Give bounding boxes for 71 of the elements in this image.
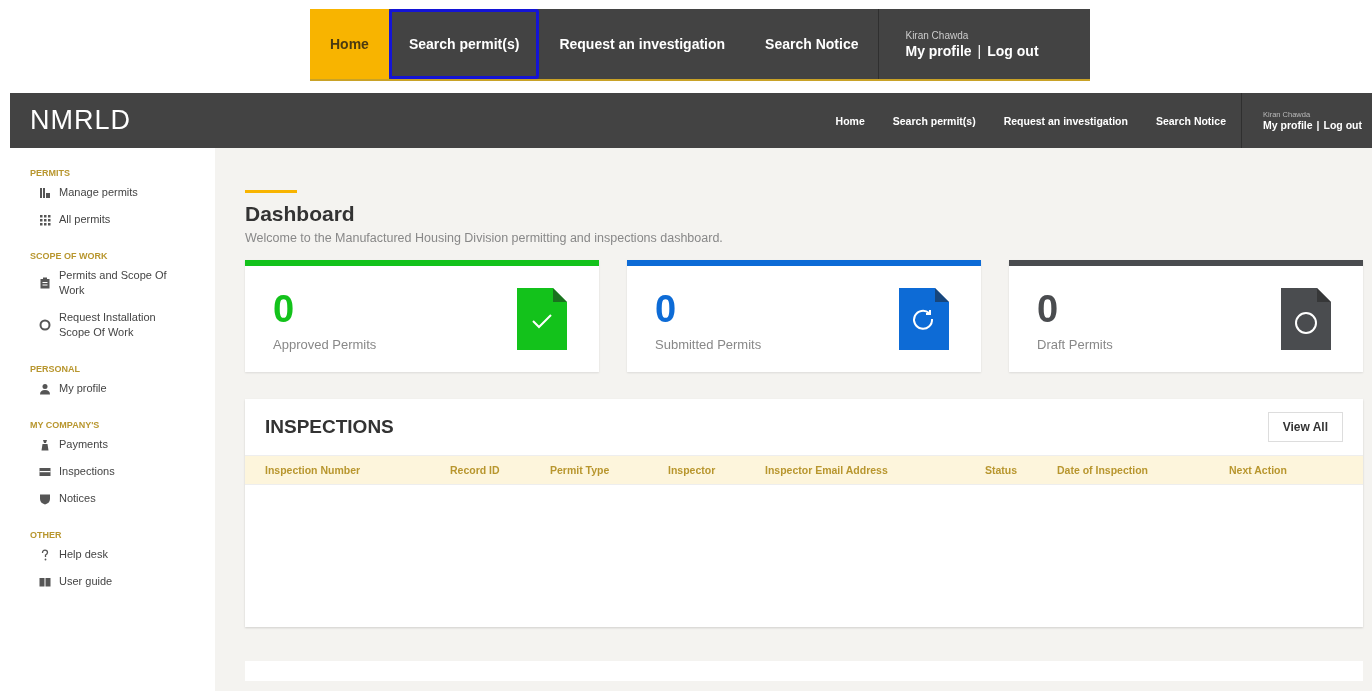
stat-count: 0 xyxy=(273,286,296,331)
nav-link[interactable]: Search permit(s) xyxy=(892,114,976,127)
profile-link[interactable]: My profile xyxy=(1262,119,1313,131)
sidebar-item-label: Payments xyxy=(59,437,109,452)
sidebar-item[interactable]: My profile xyxy=(30,381,215,396)
logout-link[interactable]: Log out xyxy=(987,42,1039,59)
book-icon xyxy=(39,575,51,588)
bag-icon xyxy=(39,438,51,451)
sidebar-item[interactable]: Help desk xyxy=(30,547,215,562)
sidebar-item-label: Notices xyxy=(59,491,97,506)
logout-link[interactable]: Log out xyxy=(1323,119,1362,131)
nav-link[interactable]: Home xyxy=(835,114,865,127)
stat-count: 0 xyxy=(1037,286,1060,331)
sidebar-item-label: Inspections xyxy=(59,464,116,479)
profile-link[interactable]: My profile xyxy=(905,42,972,59)
column-header: Permit Type xyxy=(550,464,611,476)
sidebar-item-label: Manage permits xyxy=(59,185,139,200)
section-heading: PERMITS xyxy=(30,168,71,178)
section-heading: SCOPE OF WORK xyxy=(30,251,109,261)
nav-link[interactable]: Request an investigation xyxy=(1003,114,1128,127)
sidebar-item[interactable]: Payments xyxy=(30,437,215,452)
question-icon xyxy=(39,548,51,561)
column-header: Date of Inspection xyxy=(1057,464,1149,476)
stat-label: Submitted Permits xyxy=(655,336,762,352)
user-name: Kiran Chawda xyxy=(905,29,970,41)
person-icon xyxy=(39,382,51,395)
nav-link[interactable]: Search Notice xyxy=(1155,114,1226,127)
panel-title: INSPECTIONS xyxy=(265,416,394,438)
sidebar-item[interactable]: Request Installation Scope Of Work xyxy=(30,310,215,340)
section-heading: PERSONAL xyxy=(30,364,81,374)
column-header: Inspector Email Address xyxy=(765,464,889,476)
separator: | xyxy=(977,42,982,59)
sidebar-item[interactable]: All permits xyxy=(30,212,215,227)
stat-label: Approved Permits xyxy=(273,336,377,352)
sidebar-item[interactable]: Inspections xyxy=(30,464,215,479)
shield-icon xyxy=(39,492,51,505)
sidebar-item-label: All permits xyxy=(59,212,112,227)
view-all-button[interactable]: View All xyxy=(1267,412,1343,442)
sidebar-item[interactable]: Permits and Scope Of Work xyxy=(30,268,215,298)
page-subtitle: Welcome to the Manufactured Housing Division permitting and inspections dashboard. xyxy=(245,230,724,246)
section-heading: OTHER xyxy=(30,530,63,540)
card-icon xyxy=(39,465,51,478)
nav-link[interactable]: Request an investigation xyxy=(539,9,746,79)
sidebar-item-label: Help desk xyxy=(59,547,109,562)
column-header: Record ID xyxy=(450,464,501,476)
document-check-icon xyxy=(517,288,567,350)
sidebar-item-label: Request Installation Scope Of Work xyxy=(59,310,157,340)
sidebar-item[interactable]: Manage permits xyxy=(30,185,215,200)
bars-icon xyxy=(39,186,51,199)
column-header: Status xyxy=(985,464,1019,476)
nav-link[interactable]: Search Notice xyxy=(745,9,879,79)
sidebar-item[interactable]: Notices xyxy=(30,491,215,506)
sidebar-item-label: Permits and Scope Of Work xyxy=(59,268,168,298)
nav-link[interactable]: Search permit(s) xyxy=(388,9,540,79)
separator: | xyxy=(1316,119,1320,131)
section-heading: MY COMPANY'S xyxy=(30,420,101,430)
logo[interactable]: NMRLD xyxy=(10,105,131,136)
grid-icon xyxy=(39,213,51,226)
sidebar-item-label: My profile xyxy=(59,381,108,396)
column-header: Inspector xyxy=(668,464,717,476)
stat-count: 0 xyxy=(655,286,678,331)
document-refresh-icon xyxy=(899,288,949,350)
column-header: Inspection Number xyxy=(265,464,362,476)
sidebar-item[interactable]: User guide xyxy=(30,574,215,589)
ring-icon xyxy=(39,319,51,331)
column-header: Next Action xyxy=(1229,464,1288,476)
stat-label: Draft Permits xyxy=(1037,336,1113,352)
clipboard-icon xyxy=(39,277,51,289)
page-title: Dashboard xyxy=(245,202,356,226)
nav-link[interactable]: Home xyxy=(310,9,389,79)
sidebar-item-label: User guide xyxy=(59,574,114,589)
